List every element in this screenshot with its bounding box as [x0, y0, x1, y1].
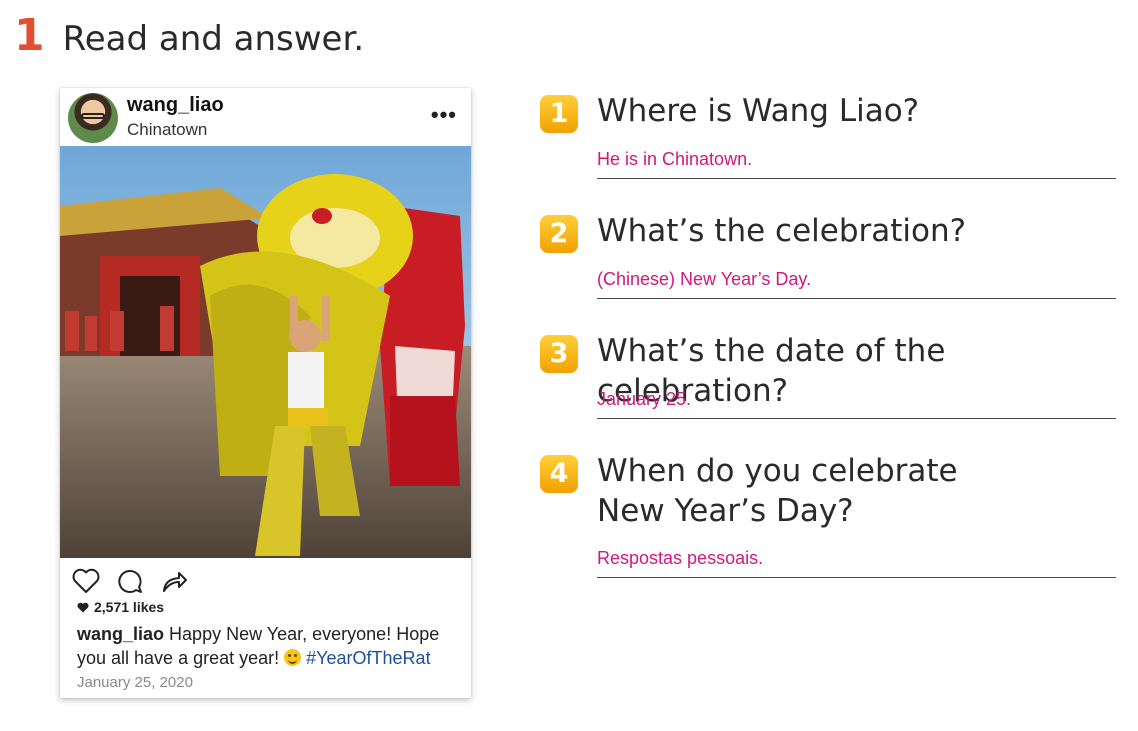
post-location[interactable]: Chinatown — [127, 120, 207, 140]
exercise-title: Read and answer. — [62, 19, 365, 59]
post-actions — [72, 566, 188, 596]
answer-line — [597, 418, 1116, 419]
exercise-header: 1 Read and answer. — [14, 14, 364, 58]
more-dots-icon[interactable]: ••• — [431, 102, 457, 128]
caption-username[interactable]: wang_liao — [77, 624, 164, 644]
post-caption: wang_liao Happy New Year, everyone! Hope… — [77, 622, 467, 670]
comment-icon[interactable] — [116, 568, 144, 594]
answer-line — [597, 577, 1116, 578]
post-photo — [60, 146, 471, 558]
exercise-number: 1 — [14, 10, 45, 61]
heart-icon[interactable] — [72, 568, 100, 594]
question-number-badge: 1 — [540, 95, 578, 133]
answer-line — [597, 178, 1116, 179]
answer-text: Respostas pessoais. — [597, 548, 764, 568]
question-text: Where is Wang Liao? — [597, 93, 920, 129]
question-number-badge: 4 — [540, 455, 578, 493]
likes-label: 2,571 likes — [94, 599, 165, 615]
caption-hashtag[interactable]: #YearOfTheRat — [306, 648, 430, 668]
answer-text: January 25. — [597, 389, 692, 409]
question-number-badge: 2 — [540, 215, 578, 253]
post-date: January 25, 2020 — [77, 674, 193, 691]
answer-text: He is in Chinatown. — [597, 149, 753, 169]
smiley-emoji-icon — [284, 649, 302, 666]
question-text: When do you celebrate New Year’s Day? — [597, 453, 958, 529]
post-username[interactable]: wang_liao — [127, 94, 224, 117]
share-icon[interactable] — [160, 568, 188, 594]
post-header: wang_liao Chinatown ••• — [60, 88, 471, 146]
question-text: What’s the celebration? — [597, 213, 967, 249]
likes-count[interactable]: 2,571 likes — [77, 599, 164, 615]
answer-line — [597, 298, 1116, 299]
answer-text: (Chinese) New Year’s Day. — [597, 269, 812, 289]
small-heart-icon — [77, 602, 89, 612]
avatar[interactable] — [68, 93, 118, 143]
social-post-card: wang_liao Chinatown ••• 2,571 likes wang… — [60, 88, 471, 698]
question-number-badge: 3 — [540, 335, 578, 373]
